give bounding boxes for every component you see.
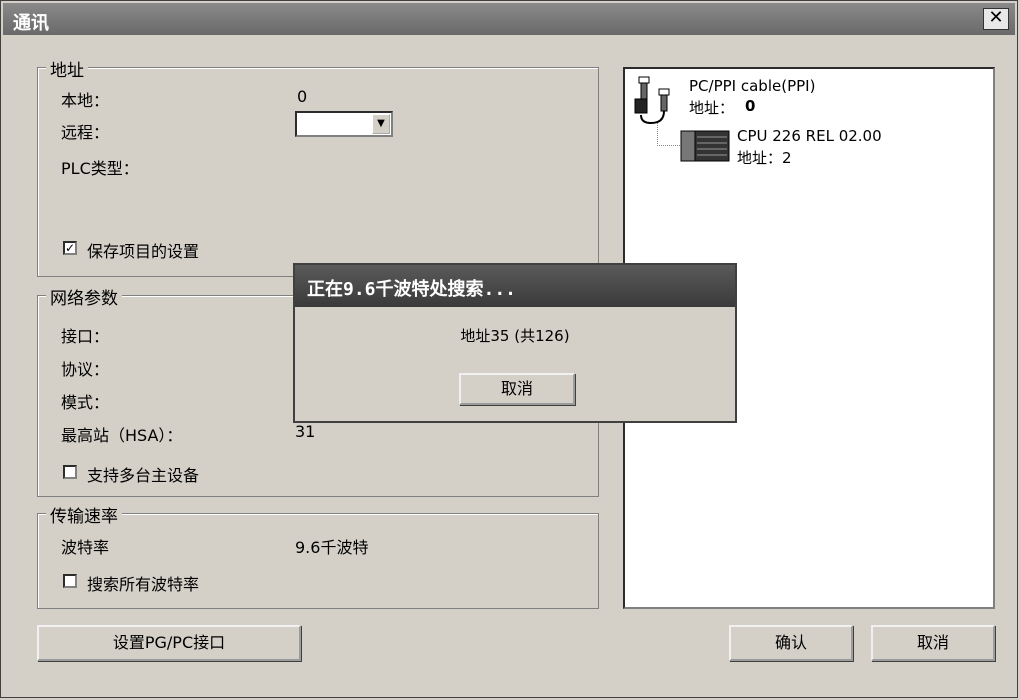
- multimaster-checkbox[interactable]: [63, 465, 77, 479]
- save-settings-checkbox[interactable]: ✓: [63, 241, 77, 255]
- remote-address-dropdown[interactable]: ▼: [295, 111, 393, 137]
- hsa-label: 最高站（HSA）：: [61, 426, 183, 445]
- search-status: 地址35 (共126): [460, 327, 570, 345]
- cpu-name[interactable]: CPU 226 REL 02.00: [737, 127, 882, 145]
- baud-label: 波特率: [61, 538, 110, 557]
- save-settings-label: 保存项目的设置: [87, 242, 200, 261]
- multimaster-label: 支持多台主设备: [87, 466, 200, 485]
- cancel-button[interactable]: 取消: [871, 625, 995, 661]
- title-bar[interactable]: 通讯 ✕: [3, 3, 1015, 35]
- search-dialog-title: 正在9.6千波特处搜索...: [307, 279, 517, 300]
- mode-label: 模式：: [61, 393, 110, 412]
- set-pgpc-label: 设置PG/PC接口: [112, 633, 226, 652]
- pc-ppi-cable-icon: [634, 76, 670, 125]
- local-value: 0: [297, 87, 308, 106]
- communication-window: 通讯 ✕ 地址 本地： 0 远程： ▼ PLC类型： ✓ 保存项目的设置 网络参…: [0, 0, 1018, 698]
- network-legend: 网络参数: [46, 284, 122, 309]
- cable-addr-label: 地址：: [689, 99, 735, 117]
- ok-label: 确认: [774, 633, 807, 652]
- close-button[interactable]: ✕: [983, 8, 1009, 30]
- set-pgpc-interface-button[interactable]: 设置PG/PC接口: [37, 625, 301, 661]
- chevron-down-icon[interactable]: ▼: [372, 114, 390, 134]
- baud-value: 9.6千波特: [295, 538, 369, 557]
- ok-button[interactable]: 确认: [729, 625, 853, 661]
- protocol-label: 协议：: [61, 360, 110, 379]
- local-label: 本地：: [61, 91, 110, 110]
- transfer-legend: 传输速率: [46, 502, 122, 527]
- cancel-label: 取消: [916, 633, 949, 652]
- search-all-checkbox[interactable]: [63, 574, 77, 588]
- search-dialog-title-bar[interactable]: 正在9.6千波特处搜索...: [295, 265, 735, 307]
- search-cancel-label: 取消: [500, 379, 533, 398]
- cpu-icon: [680, 130, 730, 162]
- close-icon: ✕: [988, 7, 1004, 28]
- address-legend: 地址: [46, 56, 88, 81]
- cable-addr-value: 0: [745, 97, 756, 115]
- hsa-value: 31: [295, 422, 316, 441]
- tree-connector: [657, 123, 680, 146]
- search-progress-dialog: 正在9.6千波特处搜索... 地址35 (共126) 取消: [293, 263, 737, 423]
- search-cancel-button[interactable]: 取消: [459, 373, 575, 405]
- cpu-addr: 地址：2: [737, 149, 792, 167]
- interface-label: 接口：: [61, 327, 110, 346]
- search-all-label: 搜索所有波特率: [87, 575, 200, 594]
- window-title: 通讯: [13, 13, 49, 34]
- cable-name: PC/PPI cable(PPI): [689, 77, 816, 95]
- plc-type-label: PLC类型：: [61, 159, 139, 178]
- remote-label: 远程：: [61, 123, 110, 142]
